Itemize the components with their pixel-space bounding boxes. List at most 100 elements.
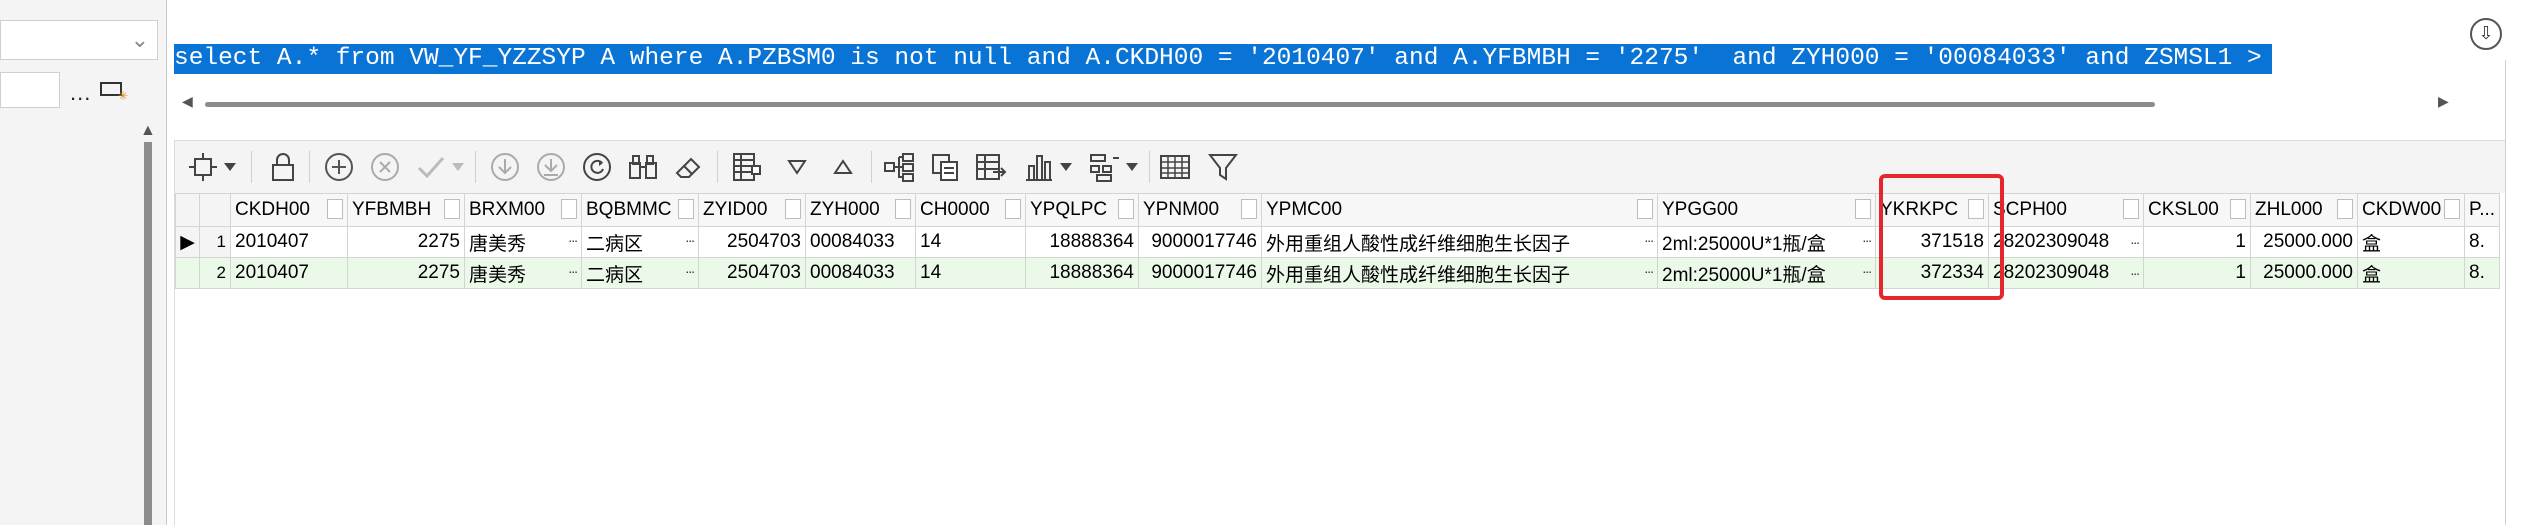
table-cell[interactable]: 14 (915, 226, 1026, 258)
dropdown-arrow-icon[interactable] (1057, 147, 1075, 187)
dropdown-arrow-icon[interactable] (221, 147, 239, 187)
ellipsis-button[interactable]: ... (2130, 262, 2140, 278)
table-cell[interactable]: 00084033 (805, 226, 916, 258)
table-cell[interactable]: 二病区... (581, 257, 699, 289)
table-cell[interactable]: 9000017746 (1138, 226, 1262, 258)
column-header[interactable]: CH0000 (915, 193, 1026, 227)
table-cell[interactable]: 2010407 (230, 257, 348, 289)
tree-icon[interactable] (881, 147, 917, 187)
column-header[interactable]: CKDW00 (2357, 193, 2465, 227)
table-cell[interactable]: 唐美秀... (464, 226, 582, 258)
column-header[interactable]: ZYID00 (698, 193, 806, 227)
table-cell[interactable]: 2275 (347, 226, 465, 258)
table-cell[interactable]: 盒 (2357, 226, 2465, 258)
table-cell[interactable]: 18888364 (1025, 226, 1139, 258)
horizontal-scrollbar[interactable] (205, 102, 2155, 107)
down-circle-icon[interactable] (487, 147, 523, 187)
grid-columns-icon[interactable] (729, 147, 765, 187)
table-cell[interactable]: 2010407 (230, 226, 348, 258)
group-icon[interactable] (1087, 147, 1123, 187)
refresh-icon[interactable] (579, 147, 615, 187)
check-icon[interactable] (413, 147, 449, 187)
export-icon[interactable] (973, 147, 1009, 187)
table-cell[interactable]: 25000.000 (2250, 226, 2358, 258)
lock-icon[interactable] (265, 147, 301, 187)
sql-query-text[interactable]: select A.* from VW_YF_YZZSYP A where A.P… (174, 44, 2272, 74)
expand-down-icon[interactable]: ⇩ (2470, 18, 2502, 50)
table-cell[interactable]: 2ml:25000U*1瓶/盒... (1657, 226, 1876, 258)
table-icon[interactable] (1157, 147, 1193, 187)
scroll-left-icon[interactable]: ◀ (182, 93, 193, 110)
table-cell[interactable]: 1 (2143, 226, 2251, 258)
table-cell[interactable]: 2504703 (698, 257, 806, 289)
table-cell[interactable]: 1 (2143, 257, 2251, 289)
dropdown-arrow-icon[interactable] (449, 147, 467, 187)
table-cell[interactable]: 28202309048... (1988, 257, 2144, 289)
column-header[interactable]: BRXM00 (464, 193, 582, 227)
table-cell[interactable]: 盒 (2357, 257, 2465, 289)
down-circle-icon[interactable] (533, 147, 569, 187)
bar-chart-icon[interactable] (1021, 147, 1057, 187)
filter-icon[interactable] (1205, 147, 1241, 187)
copy-icon[interactable] (927, 147, 963, 187)
ellipsis-button[interactable]: ... (1644, 260, 1654, 276)
binoculars-icon[interactable] (625, 147, 661, 187)
table-row[interactable]: ▶ 1 2010407 2275 唐美秀... 二病区... 2504703 0… (175, 226, 2501, 258)
table-cell[interactable]: 18888364 (1025, 257, 1139, 289)
table-cell[interactable]: 8. (2463, 226, 2501, 258)
data-grid[interactable]: CKDH00 YFBMBH BRXM00 BQBMMC ZYID00 ZYH00… (175, 193, 2505, 526)
more-button[interactable]: ... (70, 80, 91, 106)
table-cell[interactable]: 2504703 (698, 226, 806, 258)
scroll-right-icon[interactable]: ▶ (2438, 93, 2449, 110)
table-cell[interactable]: 25000.000 (2250, 257, 2358, 289)
column-header[interactable]: YPMC00 (1261, 193, 1658, 227)
triangle-down-icon[interactable] (779, 147, 815, 187)
transform-icon[interactable] (185, 147, 221, 187)
column-header[interactable]: ZHL000 (2250, 193, 2358, 227)
triangle-up-icon[interactable] (825, 147, 861, 187)
column-header[interactable]: CKDH00 (230, 193, 348, 227)
ellipsis-button[interactable]: ... (685, 229, 695, 245)
table-cell[interactable]: 8. (2463, 257, 2501, 289)
ellipsis-button[interactable]: ... (2130, 231, 2140, 247)
column-header[interactable]: YFBMBH (347, 193, 465, 227)
column-header[interactable]: YKRKPC (1875, 193, 1989, 227)
table-cell[interactable]: 00084033 (805, 257, 916, 289)
left-dropdown[interactable]: ⌄ (0, 20, 158, 60)
ellipsis-button[interactable]: ... (1862, 260, 1872, 276)
delete-icon[interactable] (367, 147, 403, 187)
ellipsis-button[interactable]: ... (1862, 229, 1872, 245)
table-cell[interactable]: 372334 (1875, 257, 1989, 289)
column-header[interactable]: ZYH000 (805, 193, 916, 227)
ellipsis-button[interactable]: ... (568, 229, 578, 245)
table-cell[interactable]: 2ml:25000U*1瓶/盒... (1657, 257, 1876, 289)
left-input[interactable] (0, 72, 60, 108)
column-header[interactable]: P... (2463, 193, 2501, 227)
dropdown-arrow-icon[interactable] (1123, 147, 1141, 187)
vertical-scrollbar[interactable] (144, 142, 152, 525)
table-cell[interactable]: 28202309048... (1988, 226, 2144, 258)
table-row[interactable]: 2 2010407 2275 唐美秀... 二病区... 2504703 000… (175, 257, 2501, 289)
table-cell[interactable]: 371518 (1875, 226, 1989, 258)
table-cell[interactable]: 外用重组人酸性成纤维细胞生长因子... (1261, 257, 1658, 289)
ellipsis-button[interactable]: ... (1644, 229, 1654, 245)
ellipsis-button[interactable]: ... (685, 260, 695, 276)
table-cell[interactable]: 二病区... (581, 226, 699, 258)
add-icon[interactable] (321, 147, 357, 187)
column-header[interactable]: YPQLPC (1025, 193, 1139, 227)
table-cell[interactable]: 外用重组人酸性成纤维细胞生长因子... (1261, 226, 1658, 258)
ellipsis-button[interactable]: ... (568, 260, 578, 276)
chevron-down-icon[interactable]: ⌄ (131, 27, 149, 53)
column-header[interactable]: YPNM00 (1138, 193, 1262, 227)
table-cell[interactable]: 2275 (347, 257, 465, 289)
table-cell[interactable]: 9000017746 (1138, 257, 1262, 289)
new-window-icon[interactable]: ✳ (100, 80, 128, 103)
column-header[interactable]: SCPH00 (1988, 193, 2144, 227)
column-header[interactable]: CKSL00 (2143, 193, 2251, 227)
eraser-icon[interactable] (671, 147, 707, 187)
scroll-up-icon[interactable]: ▲ (140, 122, 156, 140)
column-header[interactable]: YPGG00 (1657, 193, 1876, 227)
table-cell[interactable]: 唐美秀... (464, 257, 582, 289)
column-header[interactable]: BQBMMC (581, 193, 699, 227)
table-cell[interactable]: 14 (915, 257, 1026, 289)
